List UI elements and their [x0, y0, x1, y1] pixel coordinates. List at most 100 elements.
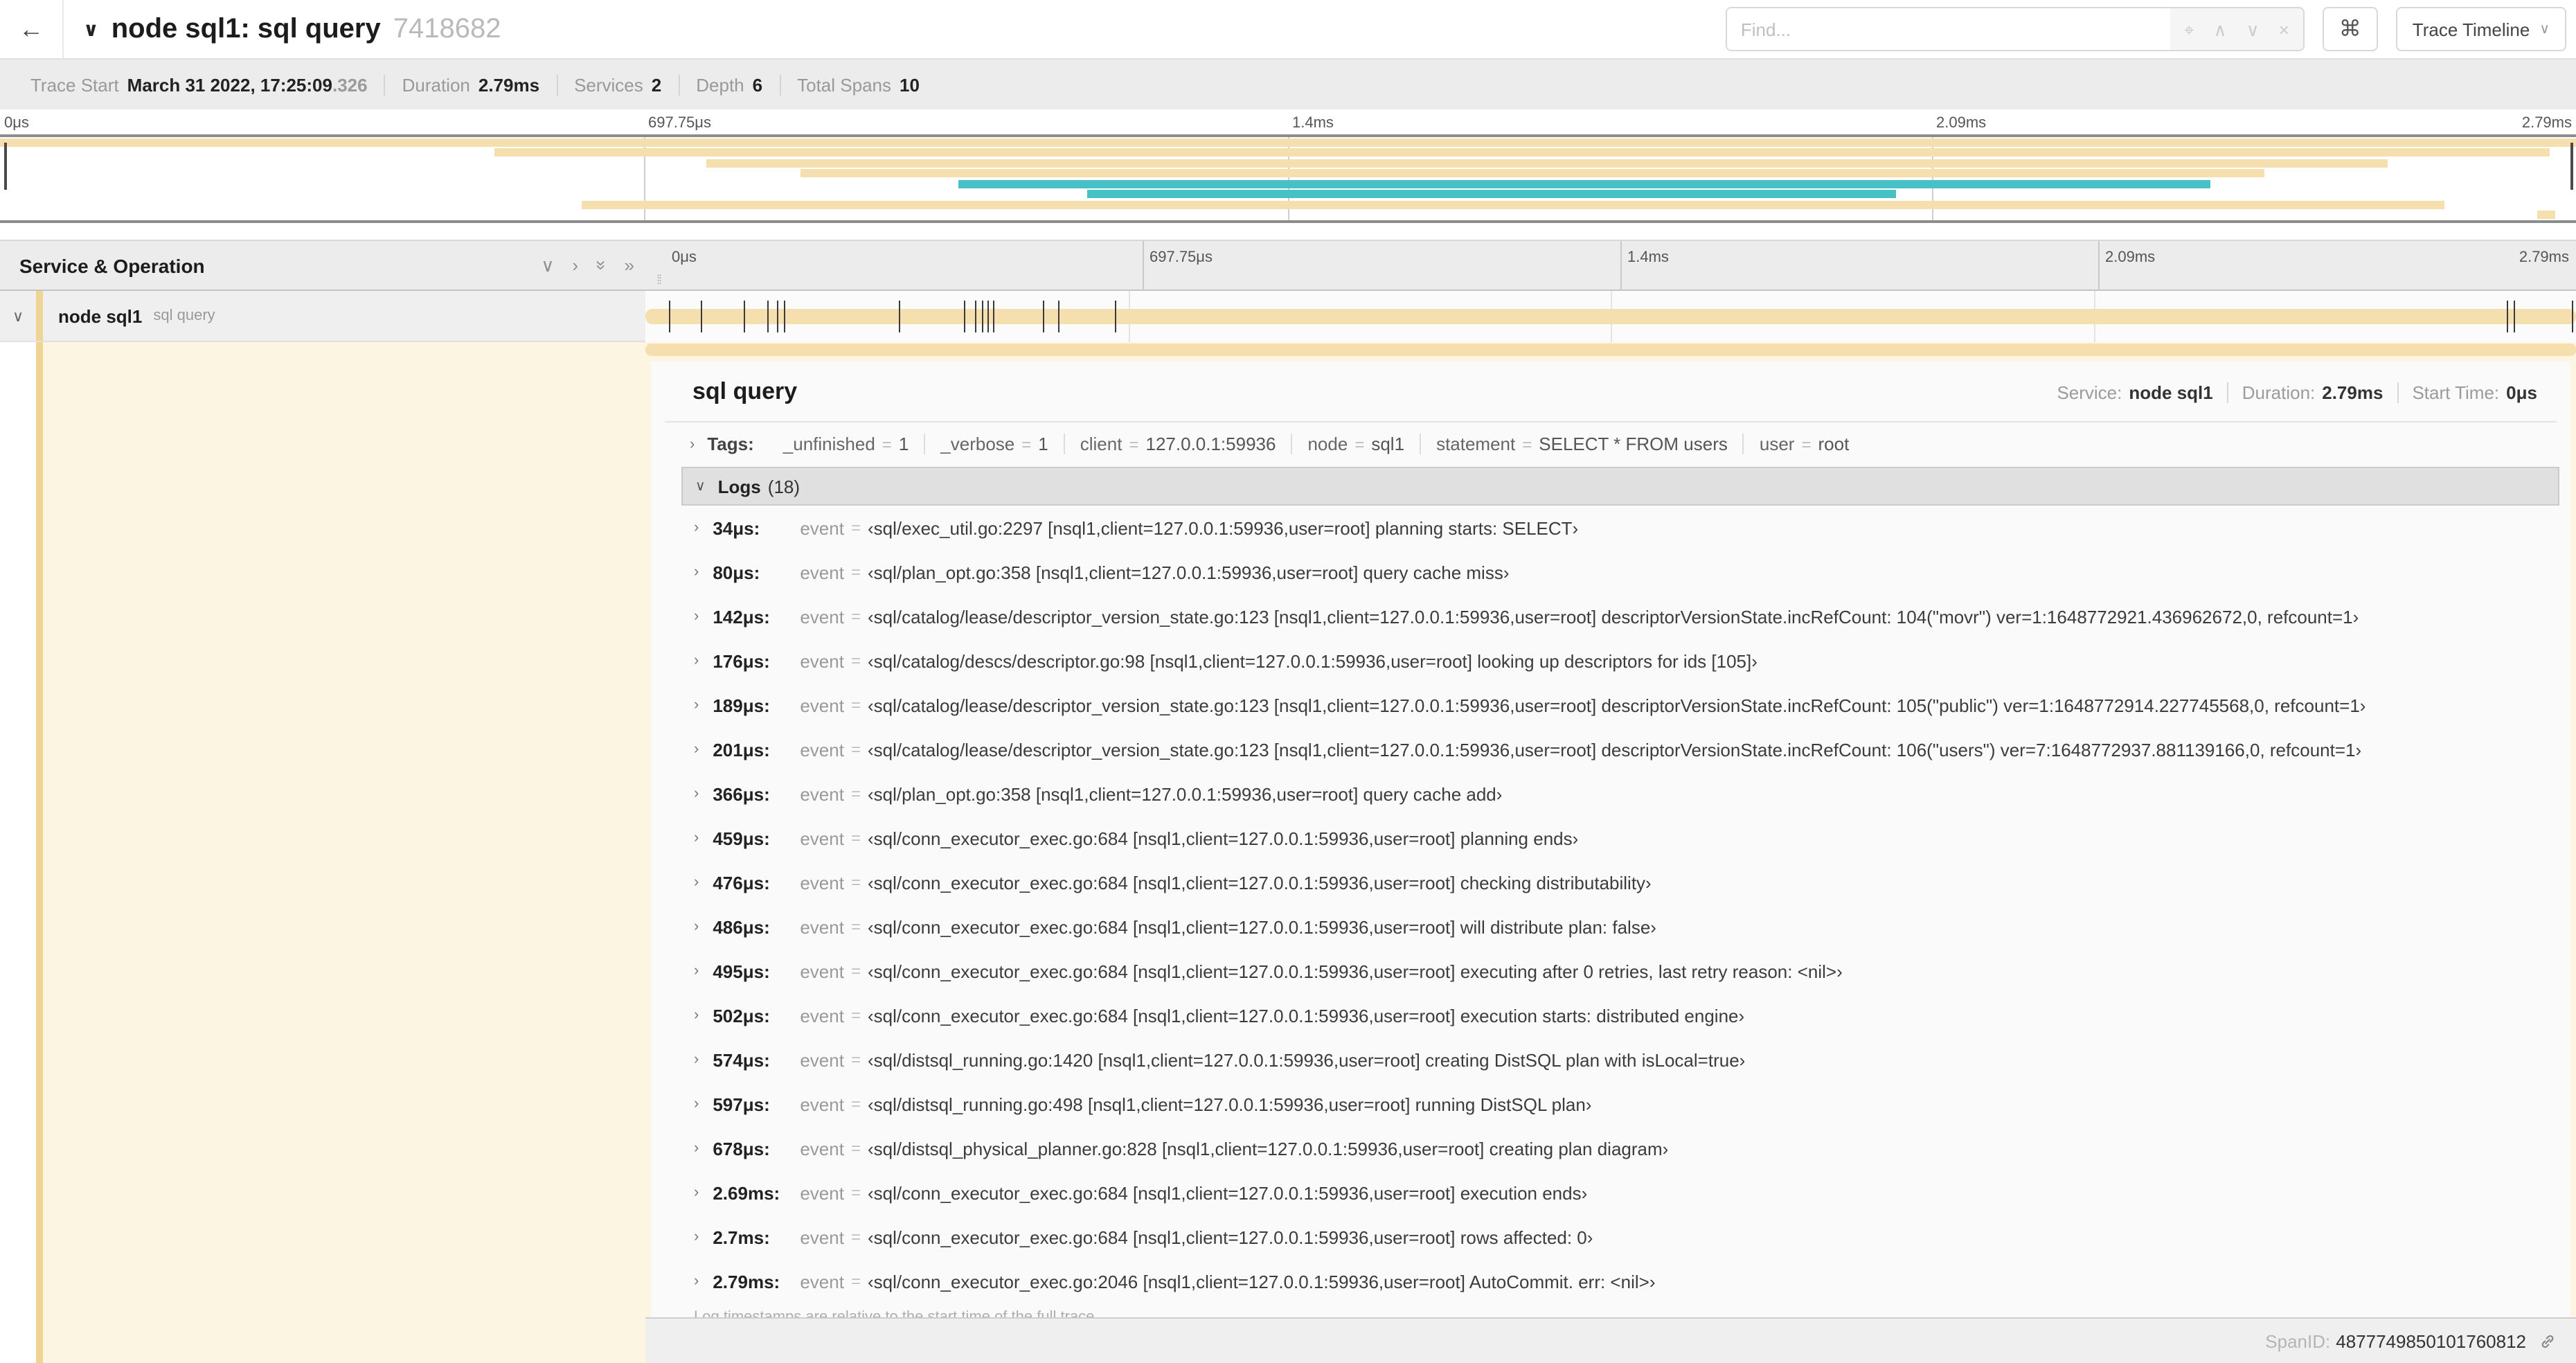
chevron-right-icon[interactable]: ›: [694, 874, 699, 891]
chevron-right-icon[interactable]: ›: [694, 652, 699, 669]
tag-equals: =: [1129, 434, 1139, 454]
log-row[interactable]: › 495μs: event = ‹sql/conn_executor_exec…: [681, 949, 2559, 993]
span-service-name[interactable]: node sql1: [58, 305, 142, 326]
chevron-right-icon[interactable]: ›: [694, 1140, 699, 1157]
minimap-tick-labels: 0μs 697.75μs 1.4ms 2.09ms 2.79ms: [0, 109, 2576, 134]
tags-list: _unfinished = 1 _verbose = 1 client = 12…: [768, 434, 1865, 454]
log-row[interactable]: › 189μs: event = ‹sql/catalog/lease/desc…: [681, 683, 2559, 727]
log-field-value: ‹sql/catalog/lease/descriptor_version_st…: [868, 606, 2359, 627]
tag-key: statement: [1436, 434, 1516, 454]
tags-row[interactable]: › Tags: _unfinished = 1 _verbose = 1 cli…: [651, 422, 2570, 464]
collapse-one-icon[interactable]: ∨: [541, 254, 554, 276]
span-title: sql query: [692, 378, 798, 404]
log-row[interactable]: › 476μs: event = ‹sql/conn_executor_exec…: [681, 860, 2559, 905]
log-row[interactable]: › 486μs: event = ‹sql/conn_executor_exec…: [681, 905, 2559, 949]
chevron-right-icon[interactable]: ›: [694, 519, 699, 536]
chevron-up-icon[interactable]: ∧: [2214, 20, 2227, 38]
logs-label: Logs: [717, 476, 761, 497]
minimap-span-row: [0, 148, 2576, 157]
log-row[interactable]: › 2.69ms: event = ‹sql/conn_executor_exe…: [681, 1170, 2559, 1215]
span-collapse-chevron-icon[interactable]: ∨: [0, 307, 36, 325]
chevron-right-icon[interactable]: ›: [694, 963, 699, 979]
minimap-right-drag-handle[interactable]: [2570, 143, 2573, 190]
log-field-value: ‹sql/distsql_running.go:1420 [nsql1,clie…: [868, 1049, 1746, 1070]
log-equals: =: [850, 873, 861, 892]
log-row[interactable]: › 2.7ms: event = ‹sql/conn_executor_exec…: [681, 1215, 2559, 1259]
log-field-key: event: [800, 828, 844, 848]
log-row[interactable]: › 366μs: event = ‹sql/plan_opt.go:358 [n…: [681, 772, 2559, 816]
log-row[interactable]: › 678μs: event = ‹sql/distsql_physical_p…: [681, 1126, 2559, 1170]
log-field-key: event: [800, 1005, 844, 1026]
chevron-right-icon[interactable]: ›: [694, 1096, 699, 1112]
chevron-right-icon[interactable]: ›: [694, 918, 699, 935]
span-log-tick: [701, 301, 703, 332]
expand-one-icon[interactable]: ›: [572, 255, 578, 276]
detail-span-bar[interactable]: [645, 344, 2576, 356]
span-duration-bar[interactable]: [645, 309, 2576, 324]
log-field-key: event: [800, 1049, 844, 1070]
link-icon[interactable]: [2539, 1332, 2557, 1350]
chevron-down-icon[interactable]: ∨: [695, 479, 706, 494]
back-button[interactable]: ←: [0, 0, 64, 58]
chevron-right-icon[interactable]: ›: [694, 564, 699, 580]
log-row[interactable]: › 502μs: event = ‹sql/conn_executor_exec…: [681, 993, 2559, 1037]
tag-value: 1: [898, 434, 909, 454]
double-chevron-down-icon[interactable]: »: [591, 260, 611, 270]
trace-minimap[interactable]: [0, 134, 2576, 223]
log-row[interactable]: › 34μs: event = ‹sql/exec_util.go:2297 […: [681, 506, 2559, 550]
log-field-key: event: [800, 1182, 844, 1203]
log-row[interactable]: › 459μs: event = ‹sql/conn_executor_exec…: [681, 816, 2559, 860]
chevron-right-icon[interactable]: ›: [694, 1184, 699, 1201]
log-row[interactable]: › 201μs: event = ‹sql/catalog/lease/desc…: [681, 727, 2559, 772]
span-row-timeline-cell[interactable]: [645, 291, 2576, 342]
close-icon[interactable]: ×: [2279, 20, 2289, 38]
log-timestamp: 189μs:: [713, 695, 770, 715]
chevron-right-icon[interactable]: ›: [694, 741, 699, 758]
column-resizer-handle[interactable]: ⁞⁞: [656, 273, 662, 287]
span-id-value: 4877749850101760812: [2336, 1330, 2526, 1351]
locate-icon[interactable]: ⌖: [2184, 20, 2194, 38]
log-row[interactable]: › 2.79ms: event = ‹sql/conn_executor_exe…: [681, 1259, 2559, 1303]
log-timestamp: 597μs:: [713, 1094, 770, 1114]
chevron-down-icon[interactable]: ∨: [2246, 20, 2260, 38]
service-color-stripe: [36, 342, 43, 1363]
minimap-tick-label: 1.4ms: [1292, 115, 1334, 132]
span-log-tick: [964, 301, 965, 332]
chevron-right-icon[interactable]: ›: [694, 1051, 699, 1068]
span-meta-value: node sql1: [2129, 382, 2213, 403]
find-input[interactable]: [1726, 8, 2170, 50]
keyboard-shortcuts-button[interactable]: ⌘: [2322, 7, 2378, 51]
log-row[interactable]: › 80μs: event = ‹sql/plan_opt.go:358 [ns…: [681, 550, 2559, 594]
log-field-value: ‹sql/conn_executor_exec.go:684 [nsql1,cl…: [868, 828, 1579, 848]
chevron-right-icon[interactable]: ›: [694, 1273, 699, 1290]
tag-item: _verbose = 1: [924, 434, 1063, 454]
span-meta: Service: node sql1 Duration: 2.79ms Star…: [2043, 382, 2551, 403]
log-equals: =: [850, 607, 861, 626]
trace-view-selector[interactable]: Trace Timeline ∨: [2395, 7, 2566, 51]
tag-value: 127.0.0.1:59936: [1145, 434, 1276, 454]
chevron-down-icon: ∨: [2539, 21, 2550, 37]
logs-header[interactable]: ∨ Logs (18): [681, 467, 2559, 506]
log-equals: =: [850, 1006, 861, 1025]
log-field-value: ‹sql/conn_executor_exec.go:684 [nsql1,cl…: [868, 916, 1656, 937]
find-controls: ⌖ ∧ ∨ ×: [2170, 8, 2303, 50]
chevron-right-icon[interactable]: ›: [694, 1007, 699, 1024]
span-row-name-cell[interactable]: ∨ node sql1 sql query: [0, 291, 645, 342]
log-row[interactable]: › 176μs: event = ‹sql/catalog/descs/desc…: [681, 639, 2559, 683]
log-row[interactable]: › 597μs: event = ‹sql/distsql_running.go…: [681, 1082, 2559, 1126]
chevron-right-icon[interactable]: ›: [694, 1229, 699, 1245]
span-log-tick: [1043, 301, 1045, 332]
log-field-value: ‹sql/conn_executor_exec.go:684 [nsql1,cl…: [868, 872, 1652, 893]
span-operation-name: sql query: [153, 308, 215, 324]
chevron-right-icon[interactable]: ›: [694, 830, 699, 846]
chevron-right-icon[interactable]: ›: [694, 697, 699, 713]
trace-collapse-toggle-icon[interactable]: ∨: [83, 17, 99, 41]
chevron-right-icon[interactable]: ›: [694, 608, 699, 625]
minimap-left-drag-handle[interactable]: [4, 143, 7, 190]
log-field-key: event: [800, 606, 844, 627]
double-chevron-right-icon[interactable]: »: [625, 255, 634, 276]
log-row[interactable]: › 142μs: event = ‹sql/catalog/lease/desc…: [681, 594, 2559, 639]
log-row[interactable]: › 574μs: event = ‹sql/distsql_running.go…: [681, 1037, 2559, 1082]
chevron-right-icon[interactable]: ›: [690, 436, 695, 452]
chevron-right-icon[interactable]: ›: [694, 785, 699, 802]
